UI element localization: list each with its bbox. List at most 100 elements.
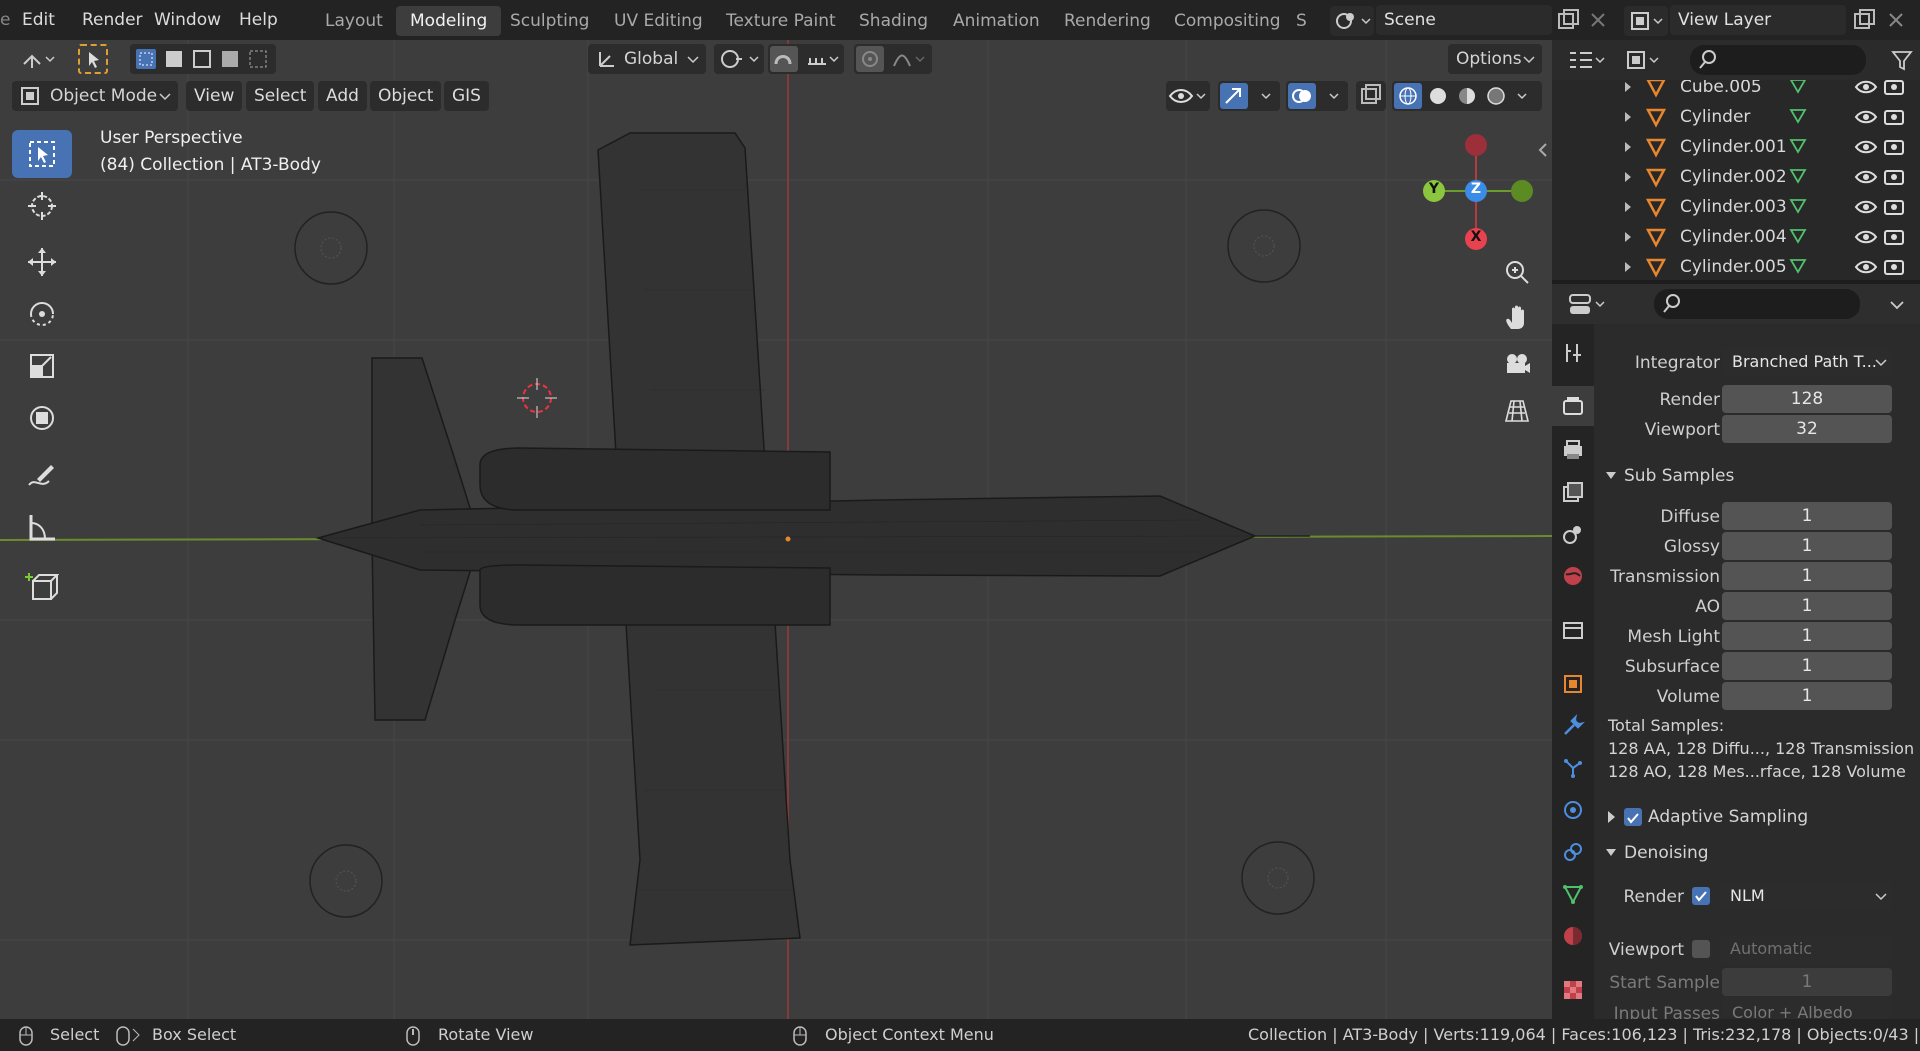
texture-properties-tab-icon[interactable] <box>1552 970 1594 1010</box>
select-tool-icon[interactable] <box>78 44 108 74</box>
object-menu[interactable]: Object <box>370 81 442 111</box>
outliner-row[interactable]: Cylinder.003 <box>1552 192 1920 222</box>
ortho-toggle-icon[interactable] <box>1498 391 1536 429</box>
new-view-layer-icon[interactable] <box>1852 8 1876 32</box>
3d-viewport[interactable] <box>0 40 1552 1019</box>
denoise-render-checkbox[interactable] <box>1692 887 1710 905</box>
add-menu[interactable]: Add <box>318 81 367 111</box>
menu-edit[interactable]: Edit <box>22 0 55 40</box>
object-properties-tab-icon[interactable] <box>1552 664 1594 704</box>
cursor-tool-icon[interactable] <box>12 182 72 230</box>
menu-window[interactable]: Window <box>154 0 221 40</box>
denoise-viewport-checkbox[interactable] <box>1692 940 1710 958</box>
gizmo-toggle-icon[interactable] <box>1218 81 1280 111</box>
view-menu[interactable]: View <box>186 81 243 111</box>
expand-arrow-icon[interactable] <box>1621 102 1635 132</box>
eye-icon[interactable] <box>1854 222 1878 252</box>
eye-icon[interactable] <box>1854 192 1878 222</box>
particles-properties-tab-icon[interactable] <box>1552 748 1594 788</box>
transform-tool-icon[interactable] <box>12 394 72 442</box>
overlays-toggle-icon[interactable] <box>1286 81 1348 111</box>
properties-options-icon[interactable] <box>1882 289 1912 319</box>
material-properties-tab-icon[interactable] <box>1552 916 1594 956</box>
xray-toggle-icon[interactable] <box>1356 81 1386 111</box>
delete-view-layer-icon[interactable] <box>1884 8 1908 32</box>
sub-sample-field[interactable]: 1 <box>1722 682 1892 710</box>
viewport-samples-field[interactable]: 32 <box>1722 415 1892 443</box>
scale-tool-icon[interactable] <box>12 342 72 390</box>
object-mode-dropdown[interactable]: Object Mode <box>12 81 178 111</box>
options-dropdown[interactable]: Options <box>1448 44 1542 74</box>
display-mode-icon[interactable] <box>1622 45 1666 75</box>
tab-texture-paint[interactable]: Texture Paint <box>712 6 850 36</box>
view-layer-properties-tab-icon[interactable] <box>1552 472 1594 512</box>
render-properties-tab-icon[interactable] <box>1552 386 1594 426</box>
render-camera-icon[interactable] <box>1882 80 1906 102</box>
integrator-dropdown[interactable]: Branched Path T... <box>1722 348 1892 376</box>
eye-icon[interactable] <box>1854 162 1878 192</box>
new-scene-icon[interactable] <box>1556 8 1580 32</box>
tab-modeling[interactable]: Modeling <box>396 6 502 36</box>
annotate-tool-icon[interactable] <box>12 452 72 500</box>
physics-properties-tab-icon[interactable] <box>1552 790 1594 830</box>
navigation-gizmo[interactable]: Y Z X <box>1410 125 1550 255</box>
output-properties-tab-icon[interactable] <box>1552 430 1594 470</box>
sub-sample-field[interactable]: 1 <box>1722 502 1892 530</box>
sub-sample-field[interactable]: 1 <box>1722 652 1892 680</box>
outliner-row[interactable]: Cylinder.004 <box>1552 222 1920 252</box>
expand-arrow-icon[interactable] <box>1621 252 1635 280</box>
delete-scene-icon[interactable] <box>1586 8 1610 32</box>
add-cube-tool-icon[interactable] <box>12 562 72 610</box>
outliner-row[interactable]: Cylinder.005 <box>1552 252 1920 280</box>
sidebar-toggle-icon[interactable] <box>1536 140 1550 160</box>
tab-shading[interactable]: Shading <box>845 6 942 36</box>
expand-arrow-icon[interactable] <box>1621 222 1635 252</box>
render-camera-icon[interactable] <box>1882 192 1906 222</box>
eye-icon[interactable] <box>1854 80 1878 102</box>
outliner-search-input[interactable] <box>1690 45 1866 75</box>
gis-menu[interactable]: GIS <box>444 81 489 111</box>
sub-sample-field[interactable]: 1 <box>1722 532 1892 560</box>
zoom-icon[interactable] <box>1498 253 1536 291</box>
constraint-properties-tab-icon[interactable] <box>1552 832 1594 872</box>
expand-arrow-icon[interactable] <box>1621 132 1635 162</box>
sub-samples-panel-header[interactable]: Sub Samples <box>1604 462 1914 490</box>
adaptive-sampling-checkbox[interactable] <box>1624 808 1642 826</box>
shading-mode-group[interactable] <box>1392 81 1542 111</box>
tab-animation[interactable]: Animation <box>939 6 1054 36</box>
properties-editor-type-icon[interactable] <box>1566 289 1610 319</box>
input-passes-dropdown[interactable]: Color + Albedo <box>1722 999 1892 1019</box>
view-layer-icon[interactable] <box>1624 6 1668 36</box>
scene-properties-tab-icon[interactable] <box>1552 514 1594 554</box>
collection-properties-tab-icon[interactable] <box>1552 610 1594 650</box>
eye-icon[interactable] <box>1854 252 1878 280</box>
tab-compositing[interactable]: Compositing <box>1160 6 1295 36</box>
outliner-row[interactable]: Cylinder <box>1552 102 1920 132</box>
pivot-point-icon[interactable] <box>714 44 764 74</box>
expand-arrow-icon[interactable] <box>1621 192 1635 222</box>
tab-layout[interactable]: Layout <box>311 6 397 36</box>
render-camera-icon[interactable] <box>1882 132 1906 162</box>
eye-icon[interactable] <box>1854 132 1878 162</box>
visibility-icon[interactable] <box>1166 81 1210 111</box>
scene-name-field[interactable]: Scene <box>1376 5 1552 35</box>
transform-pivot-icon[interactable] <box>10 44 60 74</box>
denoising-panel-header[interactable]: Denoising <box>1604 839 1914 867</box>
modifier-properties-tab-icon[interactable] <box>1552 706 1594 746</box>
outliner-row[interactable]: Cylinder.002 <box>1552 162 1920 192</box>
render-samples-field[interactable]: 128 <box>1722 385 1892 413</box>
render-camera-icon[interactable] <box>1882 222 1906 252</box>
sub-sample-field[interactable]: 1 <box>1722 562 1892 590</box>
denoise-viewport-dropdown[interactable]: Automatic <box>1720 935 1892 963</box>
proportional-edit-group[interactable] <box>854 44 932 74</box>
render-camera-icon[interactable] <box>1882 162 1906 192</box>
sub-sample-field[interactable]: 1 <box>1722 592 1892 620</box>
scene-selector-icon[interactable] <box>1330 6 1374 36</box>
tab-sculpting[interactable]: Sculpting <box>496 6 603 36</box>
tab-uv-editing[interactable]: UV Editing <box>600 6 717 36</box>
render-camera-icon[interactable] <box>1882 102 1906 132</box>
outliner-row[interactable]: Cube.005 <box>1552 80 1920 102</box>
move-tool-icon[interactable] <box>12 238 72 286</box>
pan-hand-icon[interactable] <box>1498 299 1536 337</box>
expand-arrow-icon[interactable] <box>1621 80 1635 102</box>
